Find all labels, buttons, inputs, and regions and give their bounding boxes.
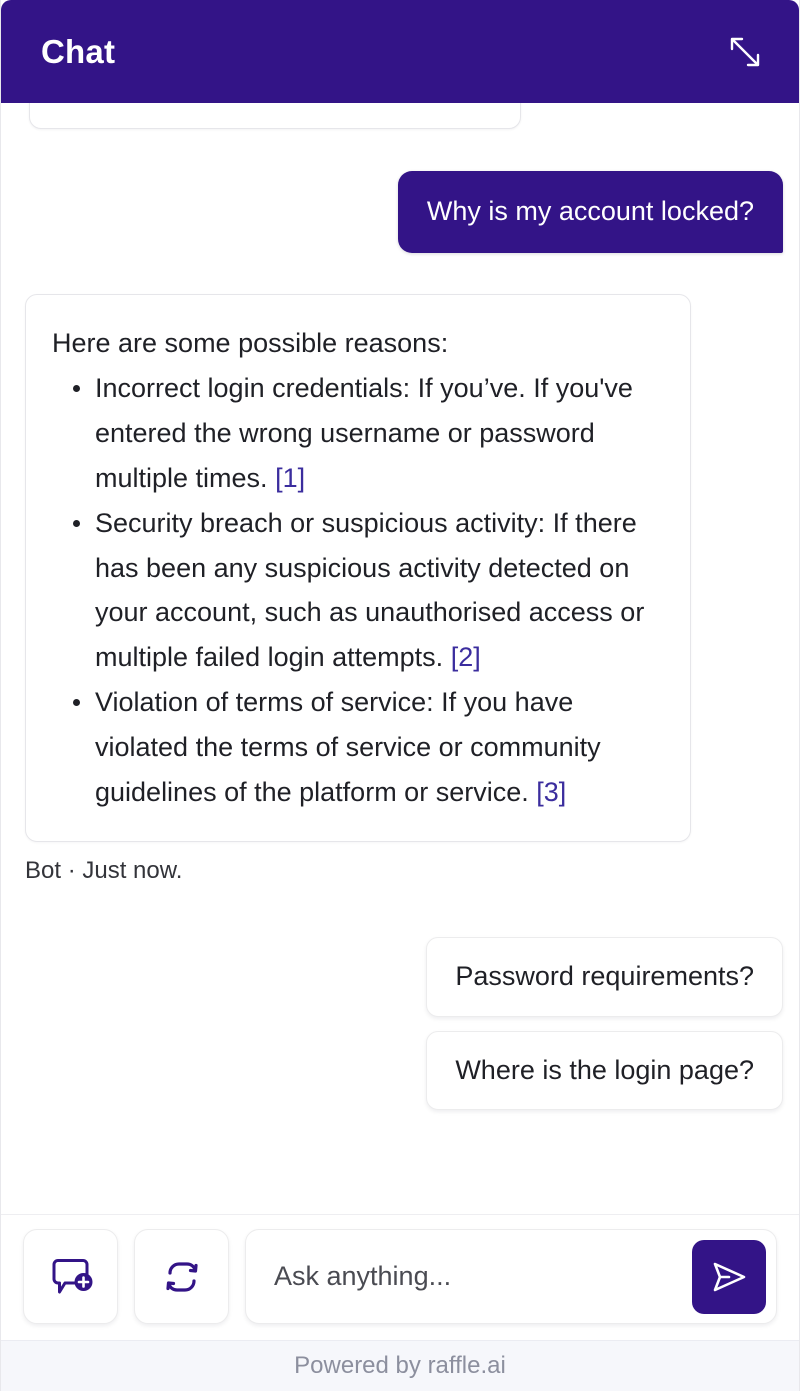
suggestion-login-page[interactable]: Where is the login page?: [426, 1030, 783, 1111]
expand-button[interactable]: [717, 24, 773, 80]
chat-widget: Chat Why is my account locked? Here are …: [0, 0, 800, 1391]
suggestion-password-requirements[interactable]: Password requirements?: [426, 937, 783, 1017]
list-item-text: Violation of terms of service: If you ha…: [95, 687, 601, 807]
user-message-bubble: Why is my account locked?: [397, 171, 783, 253]
list-item: Incorrect login credentials: If you’ve. …: [52, 366, 662, 500]
message-row-bot: Here are some possible reasons: Incorrec…: [25, 253, 775, 843]
new-chat-button[interactable]: [23, 1229, 118, 1324]
bot-message-bubble: Here are some possible reasons: Incorrec…: [25, 293, 691, 843]
citation-link-3[interactable]: [3]: [536, 777, 566, 807]
chat-input[interactable]: [274, 1230, 692, 1323]
chat-bubble-plus-icon: [45, 1251, 97, 1303]
expand-diagonal-icon: [727, 34, 763, 70]
reset-conversation-button[interactable]: [134, 1229, 229, 1324]
bot-intro-text: Here are some possible reasons:: [52, 327, 449, 358]
list-item: Security breach or suspicious activity: …: [52, 501, 662, 680]
page-title: Chat: [41, 33, 116, 70]
list-item: Violation of terms of service: If you ha…: [52, 680, 662, 814]
composer-bar: [1, 1214, 799, 1340]
suggestion-list: Password requirements? Where is the logi…: [25, 883, 783, 1111]
list-item-text: Security breach or suspicious activity: …: [95, 507, 645, 673]
citation-link-2[interactable]: [2]: [451, 642, 481, 672]
bot-reasons-list: Incorrect login credentials: If you’ve. …: [52, 366, 662, 814]
previous-message-card-clipped: [29, 103, 521, 129]
composer-input-wrapper[interactable]: [245, 1229, 777, 1324]
refresh-circular-arrows-icon: [156, 1251, 208, 1303]
list-item-text: Incorrect login credentials: If you’ve. …: [95, 373, 633, 493]
bot-message-meta: Bot · Just now.: [25, 857, 183, 885]
footer: Powered by raffle.ai: [1, 1340, 799, 1391]
send-paper-plane-icon: [708, 1256, 750, 1298]
chat-header: Chat: [1, 0, 799, 103]
message-list[interactable]: Why is my account locked? Here are some …: [1, 103, 799, 1214]
send-button[interactable]: [692, 1239, 766, 1314]
powered-by-label: Powered by raffle.ai: [294, 1352, 506, 1379]
citation-link-1[interactable]: [1]: [275, 463, 305, 493]
